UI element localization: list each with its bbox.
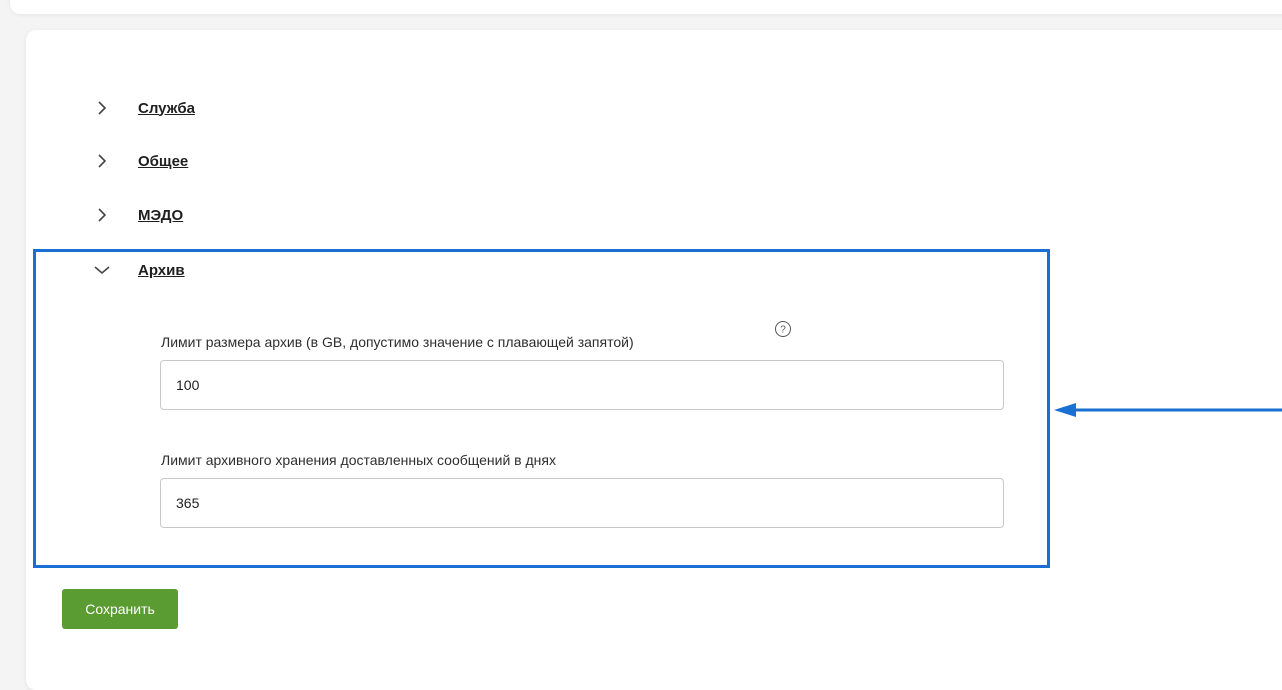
section-obshchee[interactable]: Общее: [92, 148, 188, 174]
section-label: Архив: [138, 261, 185, 279]
svg-text:?: ?: [780, 325, 786, 336]
chevron-right-icon: [98, 208, 107, 222]
chevron-right-icon: [98, 101, 107, 115]
section-arkhiv[interactable]: Архив: [92, 257, 185, 283]
size-limit-label: Лимит размера архив (в GB, допустимо зна…: [161, 334, 634, 350]
question-circle-icon[interactable]: ?: [774, 320, 792, 338]
section-label: Общее: [138, 152, 189, 170]
section-medo[interactable]: МЭДО: [92, 202, 183, 228]
chevron-right-icon: [98, 154, 107, 168]
retention-limit-label: Лимит архивного хранения доставленных со…: [161, 452, 556, 468]
section-sluzhba[interactable]: Служба: [92, 95, 195, 121]
section-label: Служба: [138, 99, 195, 117]
top-card: [10, 0, 1282, 14]
section-label: МЭДО: [138, 206, 184, 224]
size-limit-input[interactable]: [160, 360, 1004, 410]
save-button[interactable]: Сохранить: [62, 589, 178, 629]
chevron-down-icon: [94, 266, 110, 275]
retention-limit-input[interactable]: [160, 478, 1004, 528]
